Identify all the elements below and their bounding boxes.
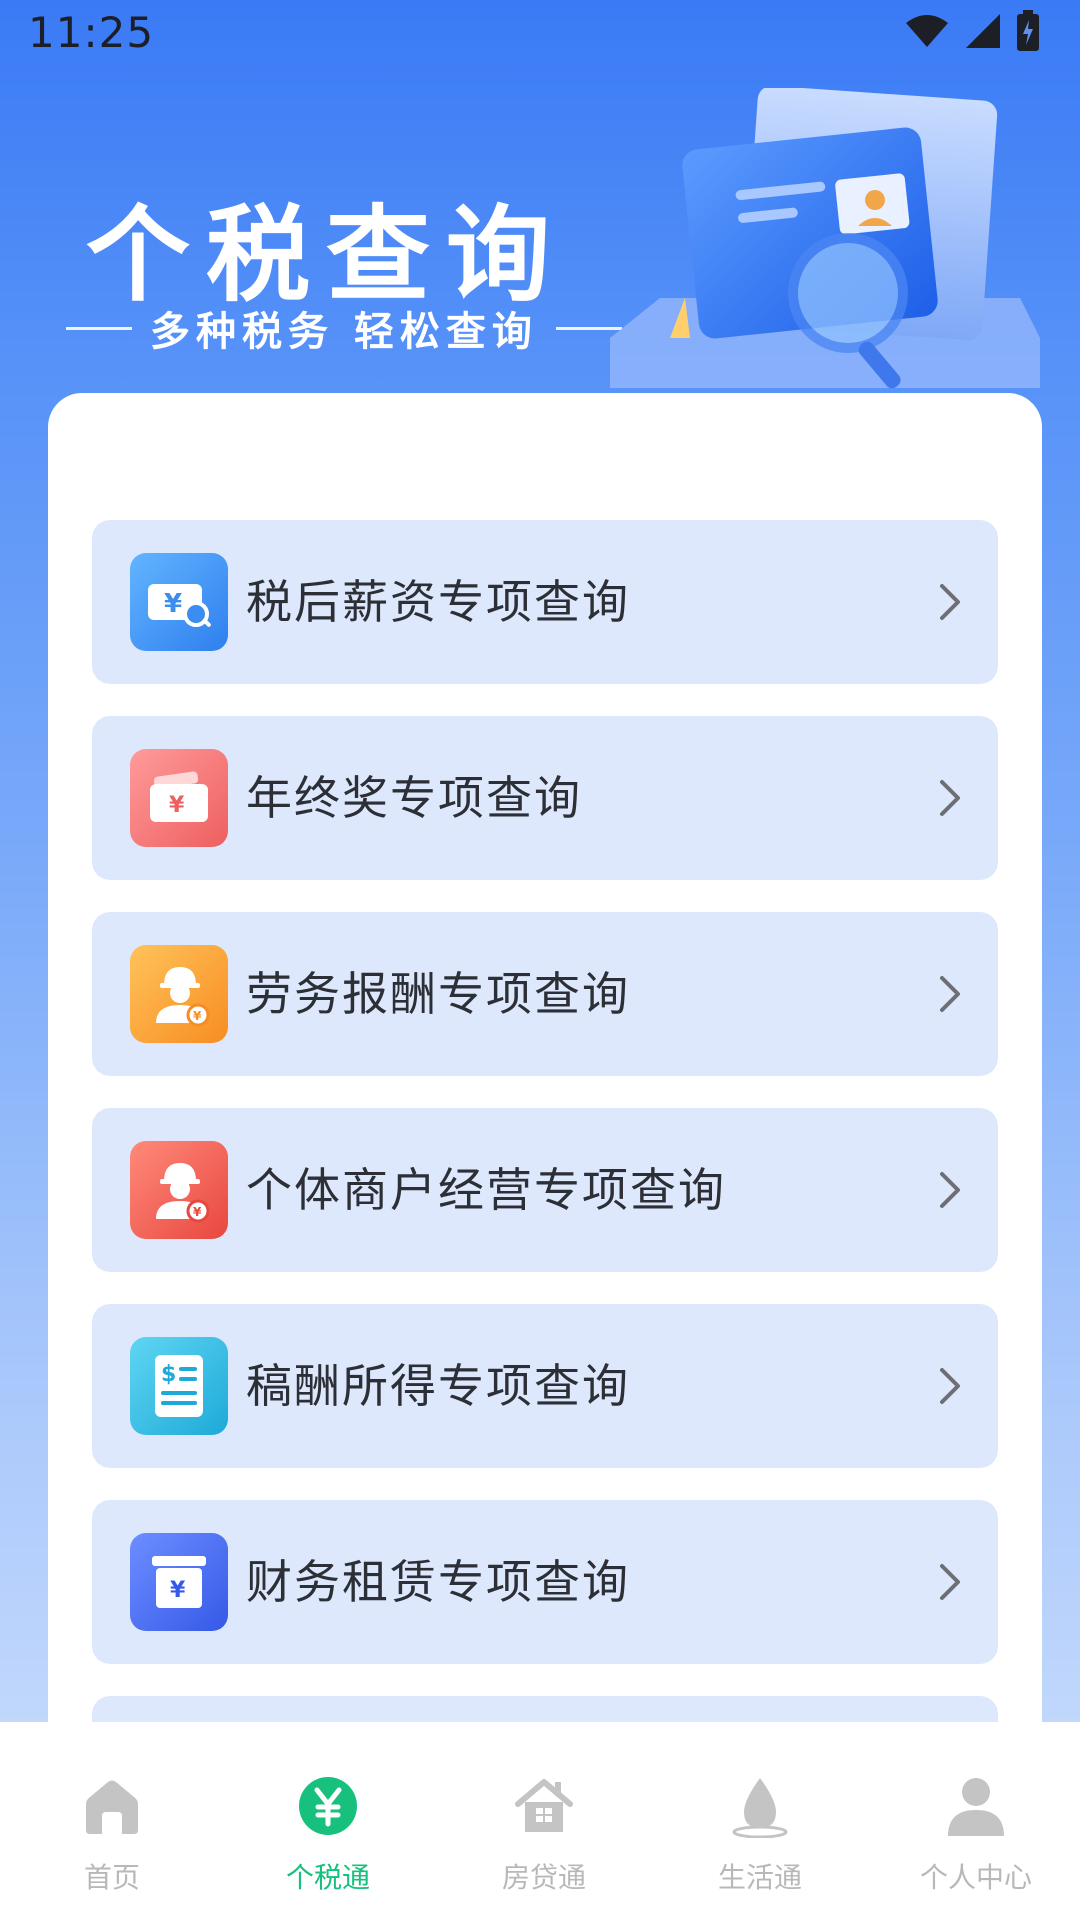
menu-item-salary[interactable]: ¥ 税后薪资专项查询 bbox=[92, 520, 998, 684]
home-icon bbox=[86, 1780, 138, 1834]
bonus-wallet-icon: ¥ bbox=[130, 749, 228, 847]
status-bar: 11:25 bbox=[0, 0, 1080, 72]
menu-item-year-end-bonus[interactable]: ¥ 年终奖专项查询 bbox=[92, 716, 998, 880]
status-icons bbox=[904, 10, 1040, 52]
nav-label: 房贷通 bbox=[501, 1861, 586, 1894]
tax-query-illustration bbox=[610, 88, 1040, 389]
svg-text:¥: ¥ bbox=[164, 589, 182, 619]
menu-item-labor-remuneration[interactable]: ¥ 劳务报酬专项查询 bbox=[92, 912, 998, 1076]
person-icon bbox=[948, 1778, 1004, 1836]
house-icon bbox=[515, 1779, 573, 1832]
menu-item-label: 年终奖专项查询 bbox=[246, 771, 582, 825]
yuan-icon bbox=[299, 1777, 357, 1835]
nav-label: 首页 bbox=[83, 1861, 140, 1894]
chevron-right-icon bbox=[940, 1368, 960, 1404]
svg-text:$: $ bbox=[161, 1362, 176, 1387]
menu-item-manuscript-fee[interactable]: $ 稿酬所得专项查询 bbox=[92, 1304, 998, 1468]
merchant-icon: ¥ bbox=[130, 1141, 228, 1239]
lease-box-icon: ¥ bbox=[130, 1533, 228, 1631]
nav-item-mortgage[interactable]: 房贷通 bbox=[436, 1722, 652, 1920]
nav-item-tax[interactable]: 个税通 bbox=[220, 1722, 436, 1920]
svg-text:¥: ¥ bbox=[169, 793, 185, 818]
nav-label: 个人中心 bbox=[919, 1861, 1032, 1894]
battery-icon bbox=[1017, 10, 1039, 51]
chevron-right-icon bbox=[940, 976, 960, 1012]
svg-text:¥: ¥ bbox=[193, 1009, 202, 1023]
menu-item-financial-lease[interactable]: ¥ 财务租赁专项查询 bbox=[92, 1500, 998, 1664]
menu-item-label: 财务租赁专项查询 bbox=[246, 1555, 630, 1609]
nav-item-profile[interactable]: 个人中心 bbox=[868, 1722, 1080, 1920]
menu-item-label: 税后薪资专项查询 bbox=[246, 575, 630, 629]
nav-label: 生活通 bbox=[717, 1861, 802, 1894]
document-dollar-icon: $ bbox=[130, 1337, 228, 1435]
chevron-right-icon bbox=[940, 780, 960, 816]
wifi-icon bbox=[906, 15, 948, 47]
bottom-nav: 首页 个税通 房贷通 生活通 个人中心 bbox=[0, 1722, 1080, 1920]
chevron-right-icon bbox=[940, 1172, 960, 1208]
signal-icon bbox=[966, 14, 1000, 48]
nav-item-home[interactable]: 首页 bbox=[4, 1722, 220, 1920]
menu-item-label: 劳务报酬专项查询 bbox=[246, 967, 630, 1021]
salary-receipt-icon: ¥ bbox=[130, 553, 228, 651]
status-time: 11:25 bbox=[28, 8, 155, 57]
water-drop-icon bbox=[732, 1778, 788, 1838]
chevron-right-icon bbox=[940, 584, 960, 620]
chevron-right-icon bbox=[940, 1564, 960, 1600]
worker-icon: ¥ bbox=[130, 945, 228, 1043]
svg-text:¥: ¥ bbox=[170, 1578, 186, 1603]
query-card: ¥ 税后薪资专项查询 ¥ 年终奖专项查询 ¥ 劳务报酬专项查询 ¥ 个体商户经营… bbox=[48, 393, 1042, 1860]
menu-item-label: 稿酬所得专项查询 bbox=[246, 1359, 630, 1413]
menu-item-label: 个体商户经营专项查询 bbox=[246, 1163, 726, 1217]
page-subtitle: 多种税务 轻松查询 bbox=[66, 300, 686, 356]
subtitle-divider-left bbox=[66, 326, 132, 330]
subtitle-text: 多种税务 轻松查询 bbox=[150, 309, 538, 355]
menu-item-individual-business[interactable]: ¥ 个体商户经营专项查询 bbox=[92, 1108, 998, 1272]
app-screen: 11:25 个税查询 多种税务 轻松查询 ¥ 税后薪资专项查询 ¥ 年终奖专项查… bbox=[0, 0, 1080, 1920]
nav-label: 个税通 bbox=[285, 1861, 370, 1894]
svg-text:¥: ¥ bbox=[193, 1205, 202, 1219]
nav-item-life[interactable]: 生活通 bbox=[652, 1722, 868, 1920]
